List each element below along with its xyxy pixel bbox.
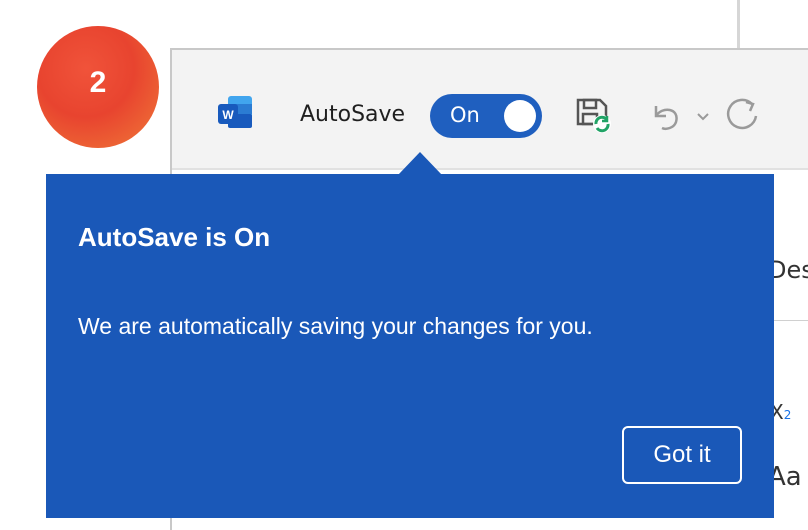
got-it-button[interactable]: Got it: [622, 426, 742, 484]
title-separator: [172, 168, 808, 170]
svg-text:W: W: [222, 108, 234, 122]
redo-icon[interactable]: [724, 94, 768, 138]
undo-icon[interactable]: [646, 94, 686, 138]
autosave-toggle[interactable]: On: [430, 94, 542, 138]
title-bar: W AutoSave On: [172, 50, 808, 170]
background-window-edge: [737, 0, 740, 48]
subscript-number: 2: [783, 408, 792, 422]
step-badge: 2: [37, 26, 159, 148]
word-icon[interactable]: W: [216, 92, 256, 132]
chevron-down-icon[interactable]: [694, 94, 712, 138]
autosave-label: AutoSave: [300, 102, 406, 127]
toggle-knob: [504, 100, 536, 132]
callout-body: We are automatically saving your changes…: [78, 313, 593, 339]
save-icon[interactable]: [574, 94, 614, 138]
callout-title: AutoSave is On: [78, 222, 271, 252]
autosave-toggle-state: On: [450, 103, 480, 127]
tab-design[interactable]: Des: [768, 256, 808, 284]
callout-pointer: [398, 152, 442, 175]
ribbon-separator: [772, 320, 808, 321]
autosave-callout: AutoSave is On We are automatically savi…: [46, 174, 774, 518]
